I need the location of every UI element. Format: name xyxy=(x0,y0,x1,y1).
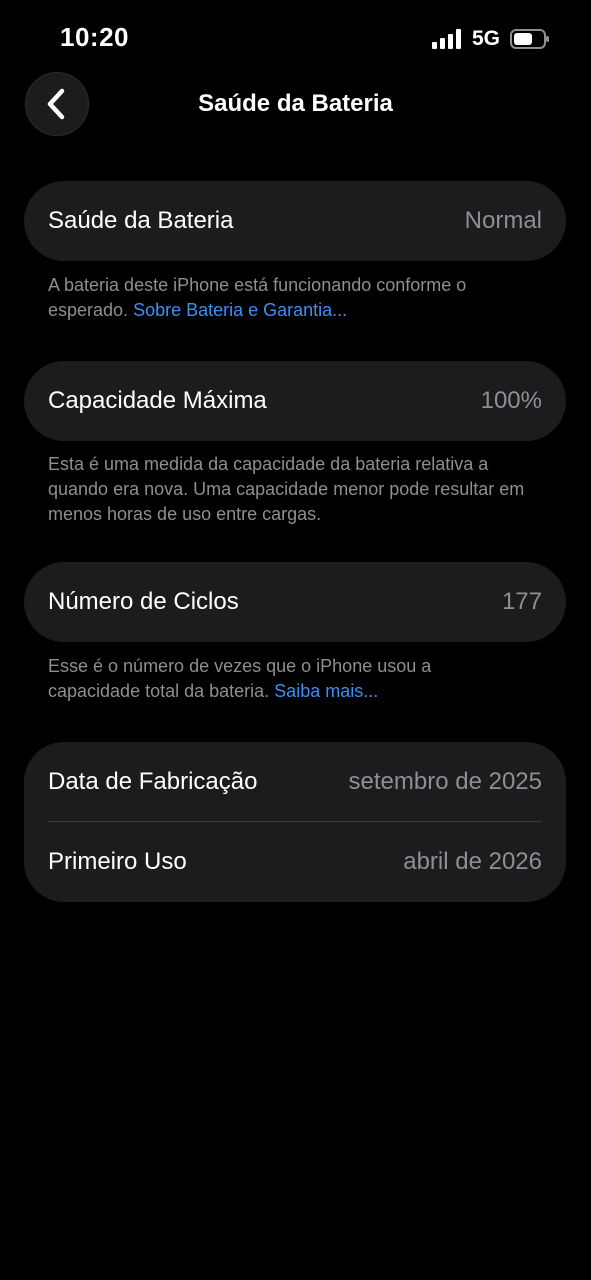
learn-more-link[interactable]: Saiba mais... xyxy=(274,681,378,701)
cycle-count-label: Número de Ciclos xyxy=(48,588,239,615)
max-capacity-value: 100% xyxy=(480,387,542,414)
max-capacity-label: Capacidade Máxima xyxy=(48,387,267,414)
max-capacity-note-text: Esta é uma medida da capacidade da bater… xyxy=(48,454,525,524)
cycle-count-card: Número de Ciclos 177 xyxy=(24,562,566,642)
cycle-count-value: 177 xyxy=(501,588,542,615)
manufacture-date-row: Data de Fabricação setembro de 2025 xyxy=(24,742,566,822)
first-use-value: abril de 2026 xyxy=(403,848,542,875)
first-use-row: Primeiro Uso abril de 2026 xyxy=(24,822,566,902)
battery-health-note: A bateria deste iPhone está funcionando … xyxy=(48,273,548,323)
dates-card: Data de Fabricação setembro de 2025 Prim… xyxy=(24,742,566,902)
battery-warranty-link[interactable]: Sobre Bateria e Garantia... xyxy=(133,300,347,320)
page-title: Saúde da Bateria xyxy=(198,90,393,117)
battery-health-value: Normal xyxy=(464,207,542,234)
status-bar: 10:20 5G xyxy=(0,0,591,80)
battery-health-label: Saúde da Bateria xyxy=(48,207,234,234)
battery-icon xyxy=(510,29,549,49)
battery-health-card: Saúde da Bateria Normal xyxy=(24,181,566,261)
network-type: 5G xyxy=(472,27,501,50)
max-capacity-note: Esta é uma medida da capacidade da bater… xyxy=(48,452,543,527)
manufacture-date-label: Data de Fabricação xyxy=(48,768,258,795)
first-use-label: Primeiro Uso xyxy=(48,848,187,875)
max-capacity-row: Capacidade Máxima 100% xyxy=(24,361,566,441)
cycle-count-note: Esse é o número de vezes que o iPhone us… xyxy=(48,654,508,704)
max-capacity-card: Capacidade Máxima 100% xyxy=(24,361,566,441)
battery-health-row[interactable]: Saúde da Bateria Normal xyxy=(24,181,566,261)
manufacture-date-value: setembro de 2025 xyxy=(348,768,542,795)
cycle-count-row: Número de Ciclos 177 xyxy=(24,562,566,642)
status-time: 10:20 xyxy=(60,22,129,52)
cellular-signal-icon xyxy=(432,29,461,49)
